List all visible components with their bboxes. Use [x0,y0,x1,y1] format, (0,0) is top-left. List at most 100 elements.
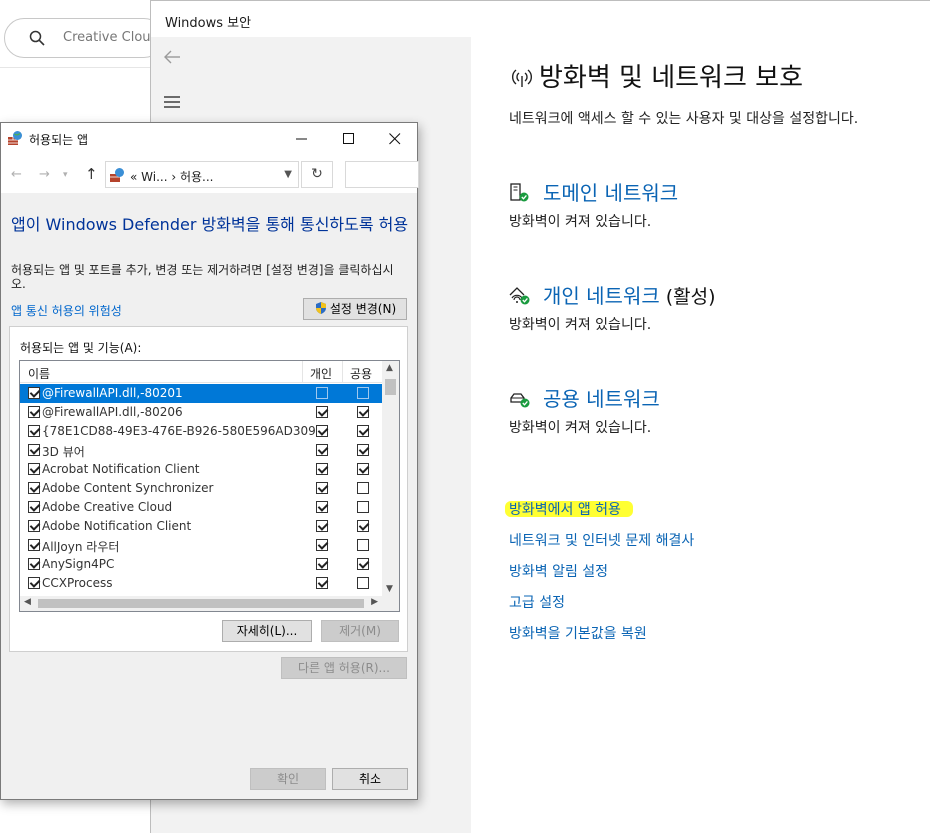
enabled-checkbox[interactable] [28,425,40,437]
column-public[interactable]: 공용 [350,365,372,382]
path-text: « Wi... › 허용... [130,170,214,184]
vertical-scrollbar[interactable]: ▲ ▼ [382,361,399,596]
private-checkbox[interactable] [316,482,328,494]
uac-shield-icon [315,302,326,314]
dialog-search-input[interactable] [345,161,419,188]
public-checkbox[interactable] [357,501,369,513]
horizontal-scrollbar[interactable]: ◀ ▶ [20,596,382,611]
cancel-button[interactable]: 취소 [332,768,408,790]
back-arrow-icon[interactable] [163,49,181,65]
minimize-icon [296,138,307,140]
private-checkbox[interactable] [316,406,328,418]
horizontal-scroll-thumb[interactable] [38,599,364,608]
scroll-left-icon[interactable]: ◀ [24,597,31,607]
enabled-checkbox[interactable] [28,539,40,551]
private-network-link[interactable]: 개인 네트워크 (활성) [543,280,716,309]
public-checkbox[interactable] [357,425,369,437]
public-checkbox[interactable] [357,406,369,418]
table-row[interactable]: @FirewallAPI.dll,-80206 [20,403,382,422]
app-name: Adobe Notification Client [42,519,192,533]
details-button[interactable]: 자세히(L)... [222,620,312,642]
column-private[interactable]: 개인 [310,365,332,382]
group-label: 허용되는 앱 및 기능(A): [20,341,142,355]
search-placeholder: Creative Cloud [63,30,159,45]
app-name: CCXProcess [42,576,113,590]
back-icon[interactable]: ← [11,167,22,182]
app-name: 3D 뷰어 [42,445,85,459]
advanced-settings-link[interactable]: 고급 설정 [509,592,565,612]
page-title: 방화벽 및 네트워크 보호 [509,57,803,94]
minimize-button[interactable] [279,123,325,155]
hamburger-menu-icon[interactable] [163,95,181,109]
public-checkbox[interactable] [357,558,369,570]
private-checkbox[interactable] [316,558,328,570]
allow-app-link[interactable]: 방화벽에서 앱 허용 [509,499,621,519]
public-checkbox[interactable] [357,444,369,456]
private-checkbox[interactable] [316,425,328,437]
enabled-checkbox[interactable] [28,463,40,475]
table-row[interactable]: Adobe Creative Cloud [20,498,382,517]
vertical-scroll-thumb[interactable] [385,379,396,395]
enabled-checkbox[interactable] [28,501,40,513]
private-checkbox[interactable] [316,577,328,589]
public-checkbox[interactable] [357,463,369,475]
chevron-down-icon[interactable]: ▼ [284,169,292,180]
enabled-checkbox[interactable] [28,387,40,399]
private-checkbox[interactable] [316,463,328,475]
enabled-checkbox[interactable] [28,577,40,589]
maximize-button[interactable] [326,123,372,155]
private-checkbox[interactable] [316,501,328,513]
private-checkbox[interactable] [316,539,328,551]
allowed-apps-list[interactable]: 이름 개인 공용 @FirewallAPI.dll,-80201 @Firewal… [19,360,400,612]
close-icon [389,133,401,145]
table-row[interactable]: CCXProcess [20,574,382,593]
table-row[interactable]: Adobe Content Synchronizer [20,479,382,498]
remove-button[interactable]: 제거(M) [321,620,399,642]
risk-link[interactable]: 앱 통신 허용의 위험성 [11,302,122,319]
public-network-link[interactable]: 공용 네트워크 [543,383,666,412]
domain-network-icon [510,183,529,202]
table-row[interactable]: AllJoyn 라우터 [20,536,382,555]
scroll-up-icon[interactable]: ▲ [386,363,393,373]
enabled-checkbox[interactable] [28,406,40,418]
change-settings-button[interactable]: 설정 변경(N) [303,298,407,320]
ok-button[interactable]: 확인 [250,768,326,790]
close-button[interactable] [372,123,418,155]
refresh-button[interactable]: ↻ [301,161,333,188]
domain-network-link[interactable]: 도메인 네트워크 [543,177,684,206]
path-breadcrumb[interactable]: « Wi... › 허용... ▼ [105,161,299,188]
app-name: @FirewallAPI.dll,-80206 [42,405,183,419]
enabled-checkbox[interactable] [28,482,40,494]
public-checkbox[interactable] [357,387,369,399]
private-checkbox[interactable] [316,520,328,532]
table-row[interactable]: {78E1CD88-49E3-476E-B926-580E596AD309} [20,422,382,441]
scroll-down-icon[interactable]: ▼ [386,584,393,594]
creative-cloud-search[interactable]: Creative Cloud [4,18,164,58]
troubleshooter-link[interactable]: 네트워크 및 인터넷 문제 해결사 [509,530,694,550]
public-checkbox[interactable] [357,577,369,589]
public-checkbox[interactable] [357,539,369,551]
public-checkbox[interactable] [357,482,369,494]
table-row[interactable]: Acrobat Notification Client [20,460,382,479]
forward-icon[interactable]: → [39,167,50,182]
scroll-right-icon[interactable]: ▶ [371,597,378,607]
private-checkbox[interactable] [316,387,328,399]
notification-settings-link[interactable]: 방화벽 알림 설정 [509,561,608,581]
table-row[interactable]: 3D 뷰어 [20,441,382,460]
allow-other-app-button[interactable]: 다른 앱 허용(R)... [281,657,407,679]
table-row[interactable]: AnySign4PC [20,555,382,574]
enabled-checkbox[interactable] [28,444,40,456]
dialog-titlebar: 허용되는 앱 [1,123,417,155]
enabled-checkbox[interactable] [28,558,40,570]
public-checkbox[interactable] [357,520,369,532]
app-name: Adobe Content Synchronizer [42,481,214,495]
table-row[interactable]: @FirewallAPI.dll,-80201 [20,384,382,403]
search-icon [29,30,45,46]
restore-defaults-link[interactable]: 방화벽을 기본값을 복원 [509,623,647,643]
recent-dropdown-icon[interactable]: ▾ [63,170,68,180]
table-row[interactable]: Adobe Notification Client [20,517,382,536]
private-checkbox[interactable] [316,444,328,456]
enabled-checkbox[interactable] [28,520,40,532]
up-arrow-icon[interactable]: ↑ [85,165,98,183]
column-name[interactable]: 이름 [28,365,50,382]
